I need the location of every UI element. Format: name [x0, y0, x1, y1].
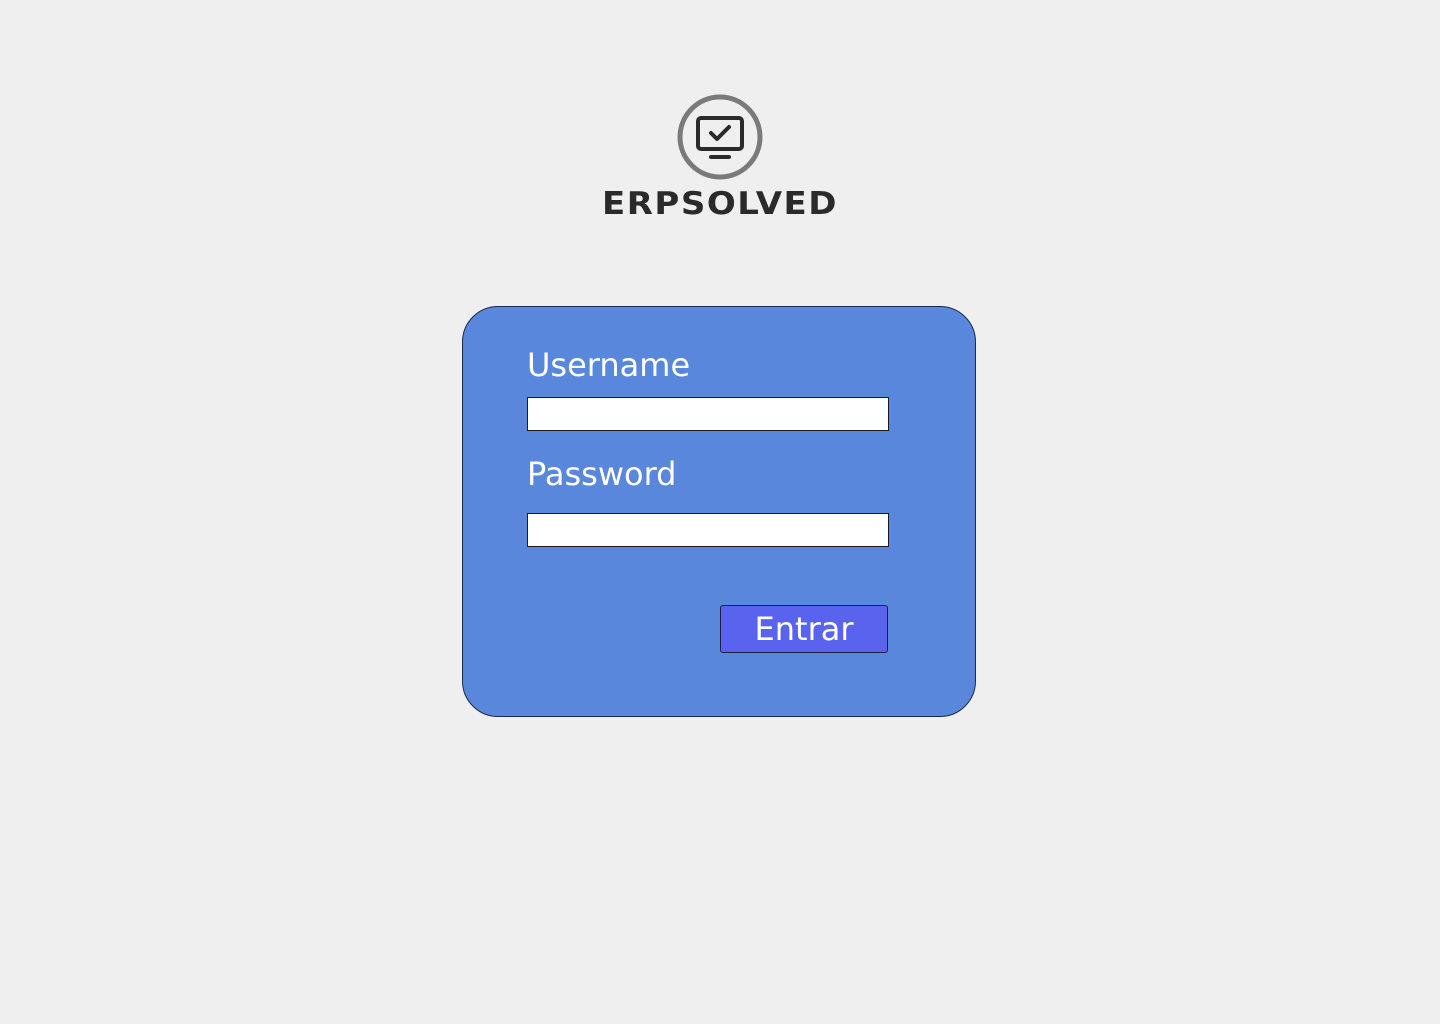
login-page: ERPSOLVED Username Password Entrar	[0, 0, 1440, 1024]
password-input[interactable]	[527, 513, 889, 547]
username-input[interactable]	[527, 397, 889, 431]
login-form: Username Password Entrar	[462, 306, 976, 717]
entrar-button[interactable]: Entrar	[720, 605, 888, 653]
brand-name: ERPSOLVED	[602, 185, 838, 223]
monitor-check-icon	[677, 94, 763, 180]
password-label: Password	[527, 455, 677, 493]
brand-logo: ERPSOLVED	[0, 93, 1440, 224]
username-label: Username	[527, 346, 691, 384]
